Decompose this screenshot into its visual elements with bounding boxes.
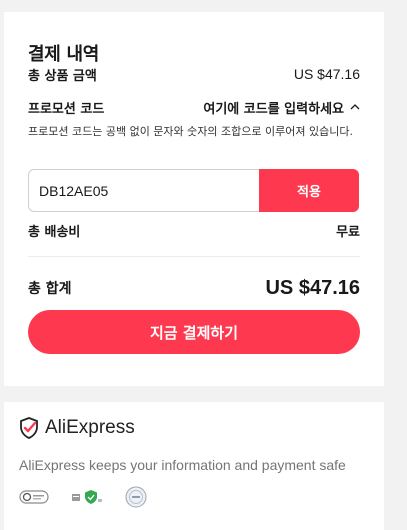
subtotal-label: 총 상품 금액	[28, 68, 97, 84]
brand-name: AliExpress	[45, 417, 135, 438]
shield-check-icon	[20, 417, 38, 439]
pay-now-button[interactable]: 지금 결제하기	[28, 310, 360, 354]
subtotal-value: US $47.16	[293, 66, 360, 82]
promo-toggle-label: 여기에 코드를 입력하세요	[203, 101, 344, 117]
total-row: 총 합계 US $47.16	[28, 275, 360, 301]
promo-row: 프로모션 코드 여기에 코드를 입력하세요	[28, 97, 360, 117]
divider	[28, 256, 360, 257]
trust-card: AliExpress AliExpress keeps your informa…	[4, 402, 384, 530]
apply-button[interactable]: 적용	[259, 169, 359, 212]
shipping-label: 총 배송비	[28, 224, 81, 240]
security-badges	[19, 486, 147, 508]
security-seal-icon	[19, 490, 49, 504]
security-message: AliExpress keeps your information and pa…	[19, 457, 346, 473]
promo-hint: 프로모션 코드는 공백 없이 문자와 숫자의 조합으로 이루어져 있습니다.	[28, 125, 353, 138]
promo-code-input[interactable]	[28, 169, 259, 212]
total-value: US $47.16	[265, 276, 360, 299]
order-summary-card: 결제 내역 총 상품 금액 US $47.16 프로모션 코드 여기에 코드를 …	[4, 12, 384, 386]
promo-toggle[interactable]: 여기에 코드를 입력하세요	[203, 98, 360, 117]
summary-title: 결제 내역	[28, 44, 100, 65]
shipping-row: 총 배송비 무료	[28, 220, 360, 240]
certification-seal-icon	[125, 486, 147, 508]
promo-label: 프로모션 코드	[28, 101, 105, 117]
subtotal-row: 총 상품 금액 US $47.16	[28, 64, 360, 84]
verified-shield-icon	[72, 490, 102, 504]
total-label: 총 합계	[28, 281, 72, 297]
brand-logo: AliExpress	[19, 417, 135, 439]
shipping-value: 무료	[336, 224, 360, 240]
chevron-up-icon	[350, 104, 360, 110]
promo-code-form: 적용	[28, 169, 359, 212]
